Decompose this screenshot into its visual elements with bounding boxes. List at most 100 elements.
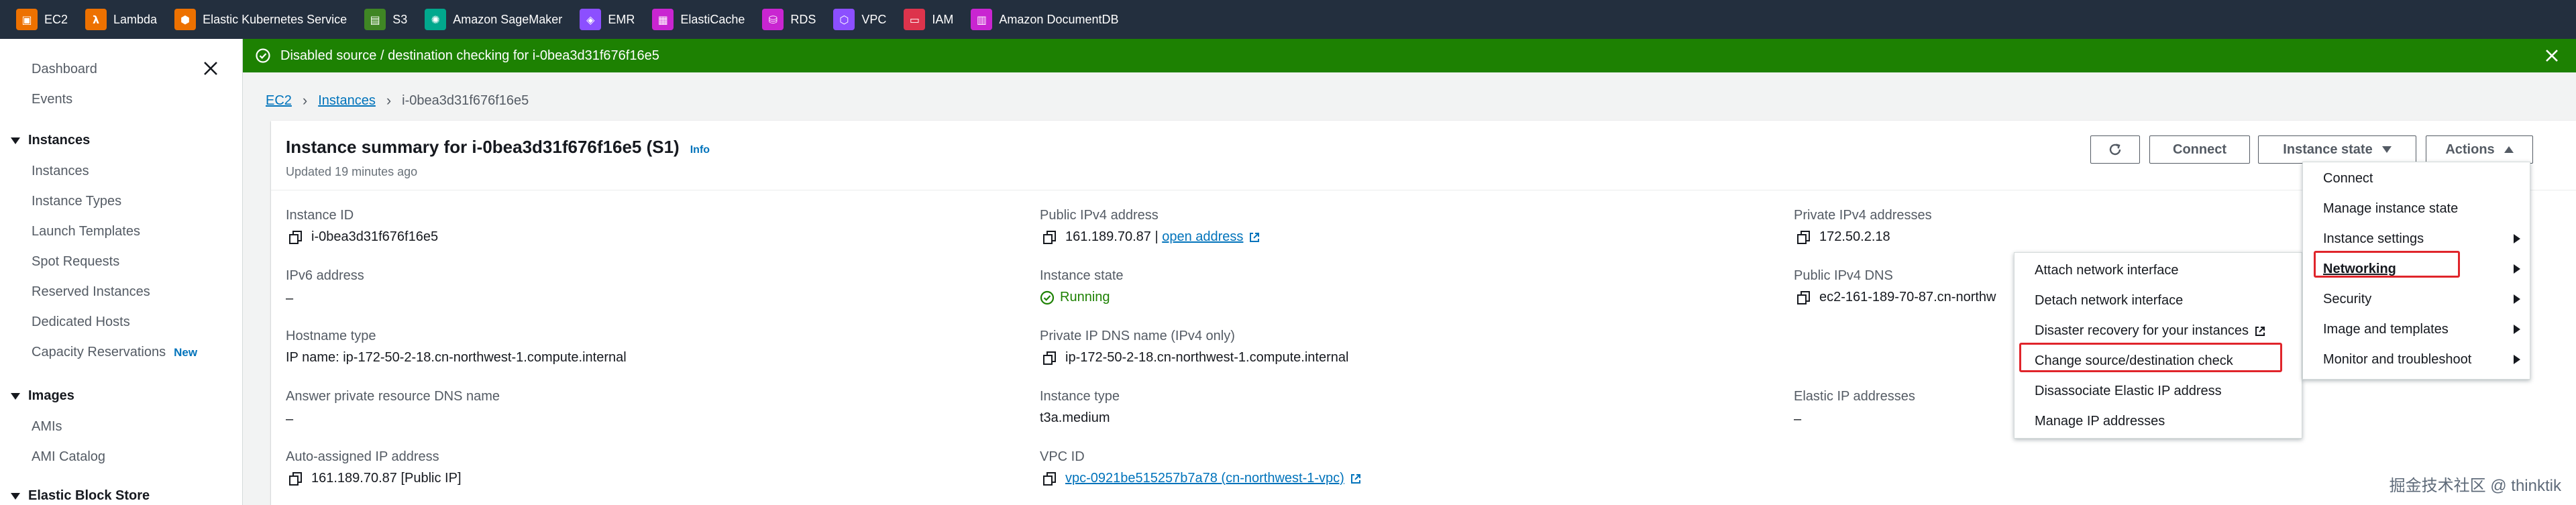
info-link[interactable]: Info bbox=[690, 144, 710, 156]
sidebar: Dashboard Events Instances Instances Ins… bbox=[0, 39, 243, 505]
external-link-icon bbox=[1350, 473, 1360, 484]
service-shortcut-emr[interactable]: ◈ EMR bbox=[580, 0, 635, 39]
eks-icon: ⬢ bbox=[174, 9, 197, 30]
public-ipv4-value: 161.189.70.87 | open address bbox=[1042, 229, 1260, 245]
service-shortcut-vpc[interactable]: ⬡ VPC bbox=[833, 0, 886, 39]
value-text: 172.50.2.18 bbox=[1819, 229, 1890, 244]
sidebar-item-spot-requests[interactable]: Spot Requests bbox=[32, 254, 119, 270]
copy-icon[interactable] bbox=[1796, 230, 1811, 245]
menu-item-label: Instance settings bbox=[2323, 231, 2424, 246]
service-shortcut-bar: ▣ EC2 λ Lambda ⬢ Elastic Kubernetes Service ▤ S… bbox=[0, 0, 2576, 39]
service-shortcut-ec2[interactable]: ▣ EC2 bbox=[16, 0, 68, 39]
vpc-link[interactable]: vpc-0921be515257b7a78 (cn-northwest-1-vp… bbox=[1065, 471, 1344, 486]
instance-state-value: Running bbox=[1040, 290, 1110, 305]
actions-dropdown-menu: Connect Manage instance state Instance s… bbox=[2302, 162, 2530, 380]
service-shortcut-rds[interactable]: ⛁ RDS bbox=[762, 0, 816, 39]
menu-item-detach-network-interface[interactable]: Detach network interface bbox=[2015, 286, 2302, 316]
sidebar-item-amis[interactable]: AMIs bbox=[32, 419, 62, 435]
chevron-right-icon bbox=[2514, 294, 2520, 304]
copy-icon[interactable] bbox=[1042, 351, 1057, 366]
vpc-value: vpc-0921be515257b7a78 (cn-northwest-1-vp… bbox=[1042, 471, 1362, 486]
copy-icon[interactable] bbox=[1796, 290, 1811, 305]
chevron-right-icon bbox=[2514, 234, 2520, 243]
breadcrumb-ec2[interactable]: EC2 bbox=[266, 93, 292, 109]
menu-item-disaster-recovery[interactable]: Disaster recovery for your instances bbox=[2015, 316, 2302, 346]
copy-icon[interactable] bbox=[1042, 230, 1057, 245]
breadcrumb-instances[interactable]: Instances bbox=[318, 93, 376, 109]
service-shortcut-amazon-documentdb[interactable]: ▥ Amazon DocumentDB bbox=[971, 0, 1118, 39]
sidebar-item-events[interactable]: Events bbox=[32, 92, 72, 107]
value-text: ec2-161-189-70-87.cn-northw bbox=[1819, 290, 1996, 304]
connect-button[interactable]: Connect bbox=[2149, 135, 2250, 164]
menu-item-attach-network-interface[interactable]: Attach network interface bbox=[2015, 256, 2302, 286]
menu-item-instance-settings[interactable]: Instance settings bbox=[2303, 224, 2530, 254]
sidebar-item-instances[interactable]: Instances bbox=[32, 164, 89, 179]
instance-state-button[interactable]: Instance state bbox=[2258, 135, 2416, 164]
sidebar-item-instance-types[interactable]: Instance Types bbox=[32, 194, 121, 209]
menu-item-manage-instance-state[interactable]: Manage instance state bbox=[2303, 194, 2530, 224]
caret-down-icon bbox=[11, 137, 20, 144]
menu-item-security[interactable]: Security bbox=[2303, 284, 2530, 315]
vpc-label: VPC ID bbox=[1040, 449, 1085, 464]
sidebar-item-dedicated-hosts[interactable]: Dedicated Hosts bbox=[32, 315, 130, 330]
refresh-button[interactable] bbox=[2090, 135, 2140, 164]
external-link-icon bbox=[1250, 232, 1260, 242]
service-shortcut-elasticache[interactable]: ▦ ElastiCache bbox=[652, 0, 745, 39]
value-text: i-0bea3d31f676f16e5 bbox=[311, 229, 439, 244]
service-label: RDS bbox=[790, 12, 816, 26]
menu-item-image-and-templates[interactable]: Image and templates bbox=[2303, 315, 2530, 345]
menu-item-monitor-and-troubleshoot[interactable]: Monitor and troubleshoot bbox=[2303, 345, 2530, 375]
sidebar-item-launch-templates[interactable]: Launch Templates bbox=[32, 224, 140, 239]
service-label: EMR bbox=[608, 12, 635, 26]
private-dns-value: ip-172-50-2-18.cn-northwest-1.compute.in… bbox=[1042, 350, 1348, 366]
menu-item-manage-ip-addresses[interactable]: Manage IP addresses bbox=[2015, 406, 2302, 437]
documentdb-icon: ▥ bbox=[971, 9, 993, 30]
menu-item-disassociate-elastic-ip[interactable]: Disassociate Elastic IP address bbox=[2015, 376, 2302, 406]
menu-item-connect[interactable]: Connect bbox=[2303, 164, 2530, 194]
sidebar-item-reserved-instances[interactable]: Reserved Instances bbox=[32, 284, 150, 300]
sidebar-section-images[interactable]: Images bbox=[11, 388, 74, 404]
caret-down-icon bbox=[11, 392, 20, 400]
sidebar-section-ebs[interactable]: Elastic Block Store bbox=[11, 488, 150, 504]
service-label: VPC bbox=[861, 12, 887, 26]
service-label: Elastic Kubernetes Service bbox=[203, 12, 347, 26]
sidebar-section-label: Instances bbox=[28, 133, 91, 148]
instance-id-value: i-0bea3d31f676f16e5 bbox=[288, 229, 438, 245]
caret-down-icon bbox=[2381, 146, 2392, 153]
sidebar-item-dashboard[interactable]: Dashboard bbox=[32, 62, 97, 77]
button-label: Actions bbox=[2445, 142, 2495, 157]
updated-timestamp: Updated 19 minutes ago bbox=[286, 165, 418, 178]
public-dns-value: ec2-161-189-70-87.cn-northw bbox=[1796, 290, 1996, 305]
open-address-link[interactable]: open address bbox=[1162, 229, 1243, 245]
copy-icon[interactable] bbox=[288, 471, 303, 486]
elastic-ip-label: Elastic IP addresses bbox=[1794, 389, 1915, 404]
chevron-right-icon bbox=[2514, 325, 2520, 334]
public-dns-label: Public IPv4 DNS bbox=[1794, 268, 1893, 283]
service-shortcut-iam[interactable]: ▭ IAM bbox=[904, 0, 953, 39]
new-badge: New bbox=[174, 346, 198, 359]
service-shortcut-amazon-sagemaker[interactable]: ✺ Amazon SageMaker bbox=[425, 0, 562, 39]
caret-down-icon bbox=[11, 492, 20, 500]
copy-icon[interactable] bbox=[288, 230, 303, 245]
menu-item-networking[interactable]: Networking bbox=[2303, 254, 2530, 284]
menu-item-change-source-destination-check[interactable]: Change source/destination check bbox=[2015, 346, 2302, 376]
copy-icon[interactable] bbox=[1042, 471, 1057, 486]
service-shortcut-lambda[interactable]: λ Lambda bbox=[85, 0, 157, 39]
lambda-icon: λ bbox=[85, 9, 107, 30]
sidebar-section-instances[interactable]: Instances bbox=[11, 133, 90, 148]
service-shortcut-elastic-kubernetes-service[interactable]: ⬢ Elastic Kubernetes Service bbox=[174, 0, 347, 39]
service-shortcut-s3[interactable]: ▤ S3 bbox=[364, 0, 407, 39]
sidebar-item-ami-catalog[interactable]: AMI Catalog bbox=[32, 449, 105, 465]
s3-icon: ▤ bbox=[364, 9, 386, 30]
hostname-type-label: Hostname type bbox=[286, 329, 376, 343]
sidebar-item-capacity-reservations[interactable]: Capacity Reservations New bbox=[32, 345, 197, 360]
answer-dns-value: – bbox=[286, 412, 294, 427]
emr-icon: ◈ bbox=[580, 9, 602, 30]
close-icon[interactable] bbox=[201, 59, 220, 78]
answer-dns-label: Answer private resource DNS name bbox=[286, 389, 500, 404]
status-badge: Running bbox=[1060, 290, 1110, 304]
actions-button[interactable]: Actions bbox=[2426, 135, 2533, 164]
sidebar-item-label: Capacity Reservations bbox=[32, 345, 166, 359]
menu-item-label: Monitor and troubleshoot bbox=[2323, 352, 2472, 367]
close-icon[interactable] bbox=[2542, 46, 2561, 65]
